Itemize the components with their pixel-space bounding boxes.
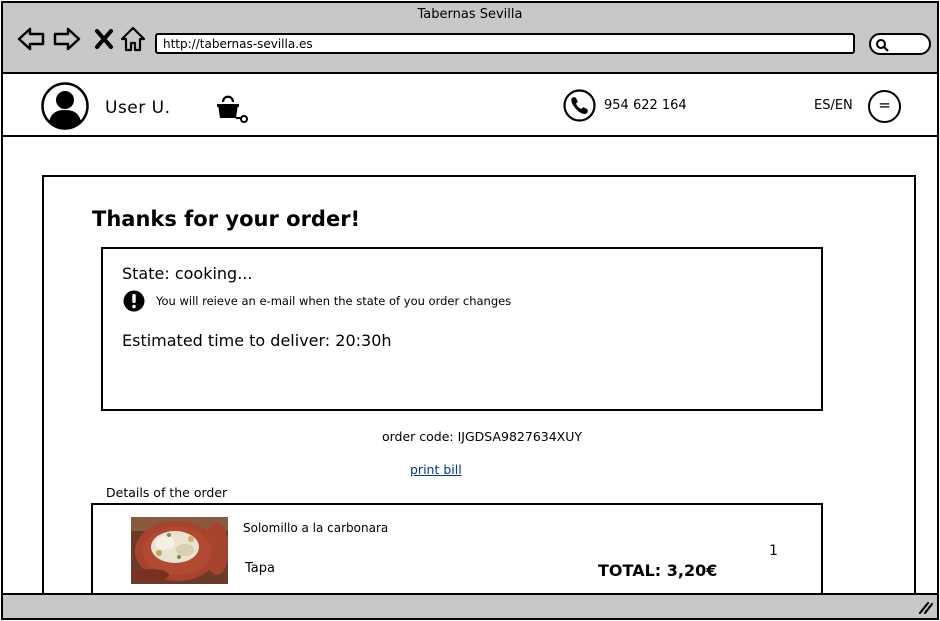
dish-type: Tapa [245, 561, 275, 576]
resize-grip-icon[interactable] [917, 600, 933, 614]
dish-photo [131, 517, 228, 584]
exclamation-icon [123, 290, 145, 312]
search-icon [876, 39, 889, 52]
language-switcher[interactable]: ES/EN [814, 98, 853, 113]
forward-arrow-icon[interactable] [53, 25, 81, 53]
phone-number[interactable]: 954 622 164 [604, 98, 687, 113]
close-x-icon[interactable] [91, 25, 119, 53]
email-notice: You will reieve an e-mail when the state… [156, 294, 512, 308]
user-name[interactable]: User U. [105, 98, 171, 118]
order-total: TOTAL: 3,20€ [598, 561, 718, 580]
order-item: Solomillo a la carbonara Tapa 1 TOTAL: 3… [91, 503, 823, 603]
user-avatar-icon[interactable] [41, 82, 89, 130]
order-confirmation-panel: Thanks for your order! State: cooking...… [42, 175, 916, 605]
page-title: Thanks for your order! [92, 207, 361, 231]
shopping-basket-icon[interactable] [215, 92, 249, 124]
search-field[interactable] [869, 33, 931, 55]
phone-icon [563, 89, 596, 122]
back-arrow-icon[interactable] [17, 25, 45, 53]
print-bill-link[interactable]: print bill [410, 462, 462, 477]
url-input[interactable]: http://tabernas-sevilla.es [155, 33, 855, 54]
browser-status-bar [3, 593, 937, 618]
window-title: Tabernas Sevilla [417, 7, 523, 22]
order-state-box: State: cooking... You will reieve an e-m… [101, 247, 823, 411]
site-header: User U. 954 622 164 ES/EN = [3, 76, 937, 137]
dish-quantity: 1 [769, 543, 778, 559]
order-state: State: cooking... [122, 264, 253, 283]
order-details-label: Details of the order [106, 485, 228, 500]
browser-window: Tabernas Sevilla http://tabernas-sevilla… [1, 1, 939, 620]
estimated-delivery: Estimated time to deliver: 20:30h [122, 331, 392, 350]
home-icon[interactable] [119, 25, 147, 53]
dish-name: Solomillo a la carbonara [243, 521, 389, 535]
order-code: order code: IJGDSA9827634XUY [381, 429, 583, 444]
browser-toolbar: Tabernas Sevilla http://tabernas-sevilla… [3, 3, 937, 74]
menu-button[interactable]: = [868, 90, 901, 123]
